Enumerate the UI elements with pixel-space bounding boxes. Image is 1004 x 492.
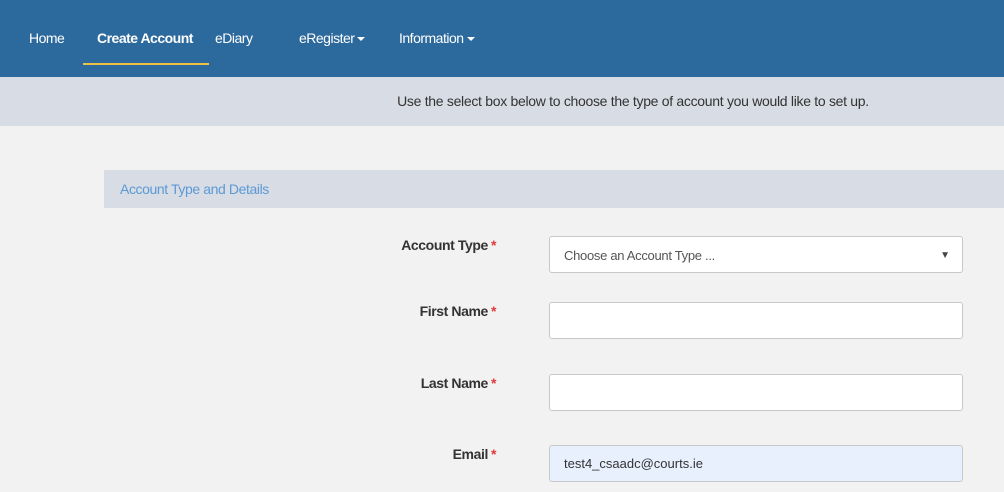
account-type-label-text: Account Type [401,237,488,253]
required-marker: * [490,375,496,391]
last-name-label: Last Name * [296,375,497,391]
top-navbar: Home Create Account eDiary eRegister Inf… [0,0,1004,77]
email-label: Email * [296,446,497,462]
caret-down-icon [357,37,366,42]
instruction-text: Use the select box below to choose the t… [397,93,869,109]
nav-information[interactable]: Information [399,0,475,77]
first-name-input[interactable] [549,302,963,339]
required-marker: * [490,303,496,319]
nav-ediary[interactable]: eDiary [215,0,253,77]
email-input[interactable] [549,445,963,482]
required-marker: * [490,446,496,462]
section-header: Account Type and Details [104,170,1004,208]
nav-eregister[interactable]: eRegister [299,0,366,77]
nav-create-account[interactable]: Create Account [83,0,209,77]
section-title: Account Type and Details [120,181,269,197]
account-type-selected-value: Choose an Account Type ... [564,248,715,263]
first-name-label-text: First Name [419,303,489,319]
active-tab-indicator [83,63,209,65]
last-name-label-text: Last Name [420,375,489,391]
nav-create-account-label: Create Account [97,30,193,46]
nav-information-label: Information [399,30,464,46]
nav-home[interactable]: Home [29,0,65,77]
nav-eregister-label: eRegister [299,30,355,46]
account-type-label: Account Type * [296,237,496,253]
last-name-input[interactable] [549,374,963,411]
instruction-banner: Use the select box below to choose the t… [0,77,1004,126]
account-type-select[interactable]: Choose an Account Type ... ▼ [549,236,963,273]
first-name-label: First Name * [296,303,497,319]
dropdown-arrow-icon: ▼ [940,250,950,261]
caret-down-icon [466,37,475,42]
required-marker: * [490,237,496,253]
email-label-text: Email [452,446,489,462]
